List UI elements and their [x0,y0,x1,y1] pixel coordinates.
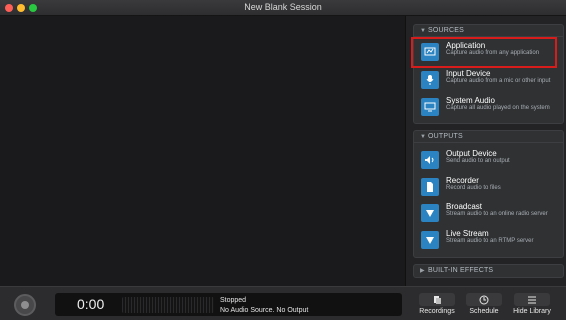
record-button[interactable] [14,294,36,316]
output-item-label: Output Device [446,149,497,158]
recordings-button[interactable]: Recordings [417,293,457,317]
speaker-icon [421,151,439,169]
recordings-label: Recordings [419,308,455,315]
built-in-effects-section[interactable]: ▶ BUILT-IN EFFECTS [413,264,564,278]
source-item-description: Capture audio from a mic or other input [446,78,551,84]
chevron-down-icon: ▼ [420,28,427,34]
monitor-icon [421,98,439,116]
broadcast-icon [421,204,439,222]
source-item-input-device[interactable]: Input Device Capture audio from a mic or… [418,68,561,92]
schedule-button[interactable]: Schedule [465,293,503,317]
output-item-description: Stream audio to an RTMP server [446,238,534,244]
microphone-icon [421,71,439,89]
recordings-icon [419,293,455,306]
chevron-down-icon: ▼ [420,134,427,140]
output-item-description: Send audio to an output [446,158,510,164]
session-canvas[interactable] [0,16,405,286]
output-item-description: Record audio to files [446,185,501,191]
selection-highlight [411,37,557,68]
clock-icon [466,293,502,306]
output-item-recorder[interactable]: Recorder Record audio to files [418,175,561,199]
elapsed-time: 0:00 [77,296,105,312]
chevron-right-icon: ▶ [420,268,425,274]
source-item-label: Input Device [446,69,491,78]
source-item-description: Capture all audio played on the system [446,105,550,111]
output-item-live-stream[interactable]: Live Stream Stream audio to an RTMP serv… [418,228,561,252]
output-item-broadcast[interactable]: Broadcast Stream audio to an online radi… [418,201,561,225]
outputs-header[interactable]: ▼ OUTPUTS [414,131,563,143]
level-meter [122,297,214,313]
transport-detail: No Audio Source. No Output [220,307,309,314]
sources-header[interactable]: ▼ SOURCES [414,25,563,37]
transport-status: Stopped [220,297,247,304]
output-item-description: Stream audio to an online radio server [446,211,548,217]
source-item-label: System Audio [446,96,495,105]
window-title: New Blank Session [244,2,322,12]
output-item-label: Broadcast [446,202,483,211]
built-in-effects-header[interactable]: ▶ BUILT-IN EFFECTS [414,265,563,277]
title-bar: New Blank Session [0,0,566,16]
output-item-label: Live Stream [446,229,489,238]
outputs-section: ▼ OUTPUTS Output Device Send audio to an … [413,130,564,258]
output-item-label: Recorder [446,176,479,185]
list-icon [514,293,550,306]
source-item-system-audio[interactable]: System Audio Capture all audio played on… [418,95,561,119]
hide-library-button[interactable]: Hide Library [510,293,554,317]
file-icon [421,178,439,196]
schedule-label: Schedule [469,308,499,315]
live-stream-icon [421,231,439,249]
hide-library-label: Hide Library [513,308,551,315]
output-item-output-device[interactable]: Output Device Send audio to an output [418,148,561,172]
